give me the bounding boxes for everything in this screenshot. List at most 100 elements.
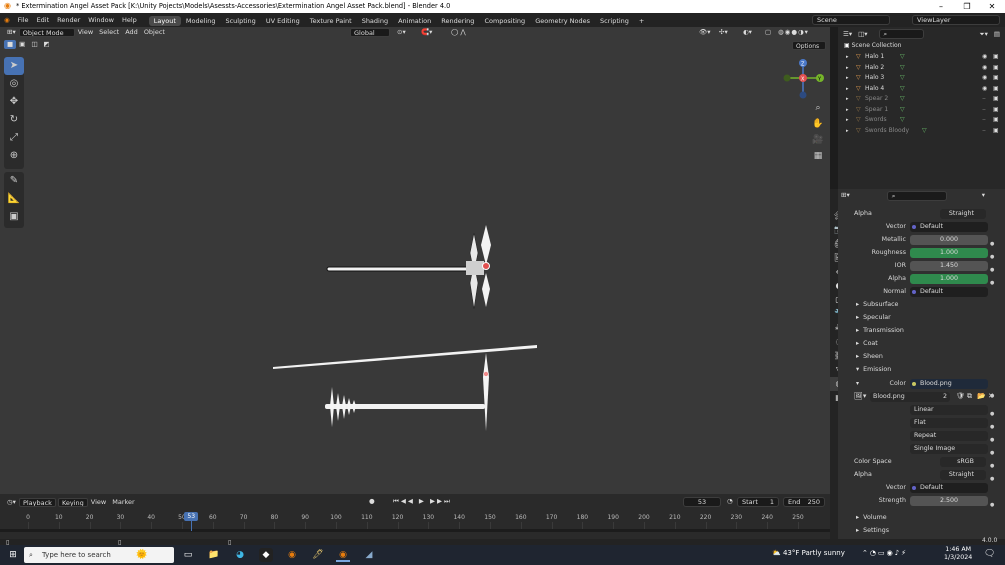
grid-icon[interactable]: ▦: [810, 148, 826, 164]
expand-arrow-icon[interactable]: ▸: [846, 73, 849, 83]
other-app-icon[interactable]: ◢: [362, 548, 376, 562]
properties-search[interactable]: ⌕: [886, 190, 947, 201]
collapse-arrow-icon[interactable]: ▾: [856, 380, 859, 387]
keyframe-dot-icon[interactable]: ●: [990, 424, 994, 430]
visibility-eye-icon[interactable]: ⌣: [982, 105, 986, 115]
menu-object[interactable]: Object: [141, 28, 168, 37]
windows-start-icon[interactable]: ⊞: [6, 548, 20, 562]
tab-rendering[interactable]: Rendering: [436, 16, 479, 26]
tab-uv-editing[interactable]: UV Editing: [261, 16, 305, 26]
keyframe-dot-icon[interactable]: ●: [990, 463, 994, 469]
outliner-item[interactable]: ▸ ▽ Halo 2 ▽ ◉ ▣: [838, 63, 1005, 73]
file-explorer-icon[interactable]: 📁: [207, 548, 221, 562]
image-name-field[interactable]: Blood.png 2: [870, 392, 950, 402]
notification-icon[interactable]: 🗨: [984, 549, 995, 559]
menu-view[interactable]: View: [75, 28, 96, 37]
ior-field[interactable]: 1.450: [910, 261, 988, 271]
section-volume[interactable]: ▸ Volume: [856, 514, 887, 521]
tab-compositing[interactable]: Compositing: [479, 16, 530, 26]
unity-icon[interactable]: ◆: [259, 548, 273, 562]
section-specular[interactable]: ▸ Specular: [856, 314, 891, 321]
clock[interactable]: 1:46 AM 1/3/2024: [944, 546, 972, 562]
render-camera-icon[interactable]: ▣: [993, 63, 999, 73]
color-space-dropdown[interactable]: sRGB: [940, 457, 986, 467]
timeline-editor-icon[interactable]: ◷▾: [4, 498, 19, 507]
record-icon[interactable]: ●: [366, 497, 378, 506]
menu-help[interactable]: Help: [118, 13, 141, 27]
properties-editor-icon[interactable]: ⊞▾: [838, 191, 853, 200]
weather-widget[interactable]: ⛅ 43°F Partly sunny: [772, 549, 845, 557]
alpha-mode-dropdown[interactable]: Straight: [940, 209, 986, 219]
notepad-icon[interactable]: 🖊: [311, 548, 325, 562]
vector2-field[interactable]: Default: [910, 483, 988, 493]
menu-select[interactable]: Select: [96, 28, 122, 37]
visibility-eye-icon[interactable]: ◉: [982, 73, 987, 83]
keyframe-dot-icon[interactable]: ●: [990, 393, 994, 399]
zoom-icon[interactable]: ⌕: [810, 100, 826, 116]
keyframe-dot-icon[interactable]: ●: [990, 450, 994, 456]
timeline[interactable]: ◷▾ Playback Keying View Marker ● ⏮◀◀ ▶ ▶…: [0, 494, 830, 539]
options-button[interactable]: Options: [792, 41, 826, 50]
scene-collection-row[interactable]: ▣ Scene Collection: [838, 41, 1005, 51]
section-coat[interactable]: ▸ Coat: [856, 340, 878, 347]
section-emission[interactable]: ▾ Emission: [856, 366, 891, 373]
render-camera-icon[interactable]: ▣: [993, 73, 999, 83]
keying-menu[interactable]: Keying: [57, 497, 88, 507]
select-subtract-icon[interactable]: ◫: [28, 40, 40, 49]
vector-field[interactable]: Default: [910, 222, 988, 232]
menu-window[interactable]: Window: [84, 13, 118, 27]
pan-hand-icon[interactable]: ✋: [810, 116, 826, 132]
marker-menu[interactable]: Marker: [109, 498, 137, 507]
section-subsurface[interactable]: ▸ Subsurface: [856, 301, 898, 308]
render-camera-icon[interactable]: ▣: [993, 84, 999, 94]
rotate-tool-icon[interactable]: ↻: [4, 111, 24, 129]
expand-arrow-icon[interactable]: ▸: [846, 94, 849, 104]
move-tool-icon[interactable]: ✥: [4, 93, 24, 111]
interpolation-dropdown[interactable]: Linear: [910, 405, 988, 415]
keyframe-dot-icon[interactable]: ●: [990, 437, 994, 443]
metallic-slider[interactable]: 0.000: [910, 235, 988, 245]
system-tray-icons[interactable]: ⌃◔▭◉♪⚡: [862, 549, 908, 557]
taskbar-search[interactable]: ⌕ Type here to search 🌞: [24, 547, 174, 563]
blender-active-task-icon[interactable]: ◉: [336, 548, 350, 562]
duplicate-icon[interactable]: ⧉: [967, 392, 972, 401]
keyframe-dot-icon[interactable]: ●: [990, 476, 994, 482]
annotate-tool-icon[interactable]: ✎: [4, 172, 24, 190]
pivot-icon[interactable]: ⊙▾: [394, 28, 409, 37]
expand-arrow-icon[interactable]: ▸: [846, 63, 849, 73]
visibility-icon[interactable]: 👁▾: [696, 28, 714, 37]
render-camera-icon[interactable]: ▣: [993, 115, 999, 125]
tab-modeling[interactable]: Modeling: [181, 16, 221, 26]
expand-arrow-icon[interactable]: ▸: [846, 115, 849, 125]
clock-icon[interactable]: ◔: [724, 497, 736, 506]
end-frame-field[interactable]: End 250: [783, 497, 825, 507]
overlay-icon[interactable]: ◐▾: [740, 28, 755, 37]
navigation-gizmo[interactable]: Z Y X: [778, 57, 828, 101]
tab-texture-paint[interactable]: Texture Paint: [305, 16, 357, 26]
editor-type-icon[interactable]: ⊞▾: [4, 28, 19, 37]
outliner[interactable]: ☰▾ ◫▾ ⌕ ⏷▾ ▤ ▣ Scene Collection ▸ ▽ Halo 1…: [838, 27, 1005, 189]
new-collection-icon[interactable]: ▤: [991, 30, 1003, 39]
select-intersect-icon[interactable]: ◩: [40, 40, 52, 49]
minimize-button[interactable]: –: [928, 0, 954, 13]
expand-arrow-icon[interactable]: ▸: [846, 105, 849, 115]
edge-browser-icon[interactable]: ◕: [233, 548, 247, 562]
timeline-view-menu[interactable]: View: [88, 498, 109, 507]
scene-selector[interactable]: Scene: [812, 15, 890, 25]
alpha2-dropdown[interactable]: Straight: [940, 470, 986, 480]
keyframe-dot-icon[interactable]: ●: [990, 267, 994, 273]
render-camera-icon[interactable]: ▣: [993, 94, 999, 104]
keyframe-dot-icon[interactable]: ●: [990, 241, 994, 247]
tab-animation[interactable]: Animation: [393, 16, 436, 26]
outliner-item[interactable]: ▸ ▽ Halo 3 ▽ ◉ ▣: [838, 73, 1005, 83]
strength-field[interactable]: 2.500: [910, 496, 988, 506]
outliner-item[interactable]: ▸ ▽ Halo 4 ▽ ◉ ▣: [838, 84, 1005, 94]
alpha-slider[interactable]: 1.000: [910, 274, 988, 284]
add-workspace-button[interactable]: +: [634, 16, 649, 26]
blender-menu-icon[interactable]: ◉: [0, 13, 14, 27]
visibility-eye-icon[interactable]: ⌣: [982, 126, 986, 136]
tab-shading[interactable]: Shading: [357, 16, 393, 26]
visibility-eye-icon[interactable]: ⌣: [982, 94, 986, 104]
properties-options-icon[interactable]: ▾: [979, 191, 988, 200]
proportional-edit-icon[interactable]: ◯ ⋀: [448, 28, 469, 37]
